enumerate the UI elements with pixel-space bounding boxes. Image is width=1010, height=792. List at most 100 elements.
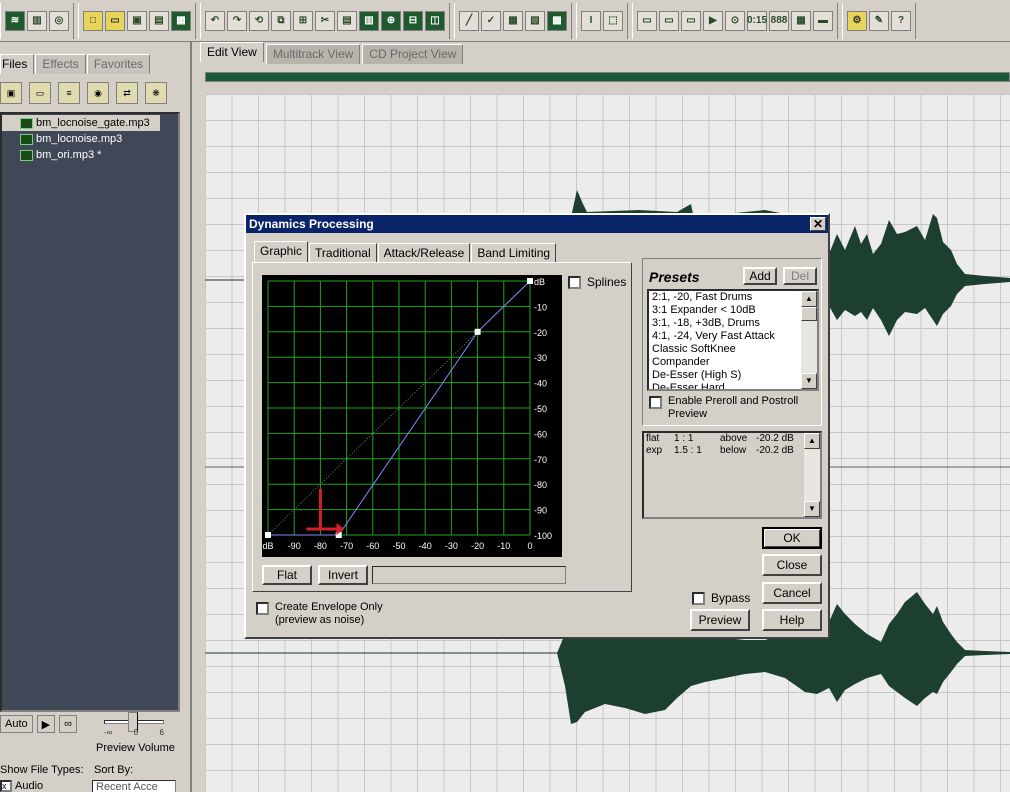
scroll-up-icon[interactable]: ▲ bbox=[801, 291, 817, 307]
copy-icon[interactable]: ⧉ bbox=[271, 10, 291, 31]
play-icon[interactable]: ▶ bbox=[703, 10, 723, 31]
bypass-option[interactable]: Bypass bbox=[692, 591, 750, 605]
preset-list[interactable]: 2:1, -20, Fast Drums 3:1 Expander < 10dB… bbox=[647, 289, 819, 391]
preset-scrollbar[interactable]: ▲ ▼ bbox=[801, 291, 817, 389]
audio-checkbox[interactable]: x bbox=[0, 780, 12, 792]
check-icon[interactable]: ✓ bbox=[481, 10, 501, 31]
audio-filter[interactable]: x Audio bbox=[0, 780, 43, 792]
ok-button[interactable]: OK bbox=[762, 527, 822, 549]
invert-button[interactable]: Invert bbox=[318, 565, 368, 585]
open-folder-icon[interactable]: ▭ bbox=[105, 10, 125, 31]
bypass-checkbox[interactable] bbox=[692, 591, 705, 605]
splines-option[interactable]: Splines bbox=[568, 275, 626, 289]
spectral-icon[interactable]: ▦ bbox=[503, 10, 523, 31]
envelope-icon[interactable]: ╱ bbox=[459, 10, 479, 31]
list-item[interactable]: bm_locnoise_gate.mp3 bbox=[2, 115, 160, 131]
dynamics-graph-svg[interactable]: dB-10-20-30-40-50-60-70-80-90-100dB -90 -8… bbox=[262, 275, 562, 557]
paste-new-icon[interactable]: ▥ bbox=[359, 10, 379, 31]
list-item[interactable]: 2:1, -20, Fast Drums bbox=[649, 291, 817, 304]
close-file-icon[interactable]: ▭ bbox=[29, 82, 51, 104]
cursor-icon[interactable]: I bbox=[581, 10, 601, 31]
flat-button[interactable]: Flat bbox=[262, 565, 312, 585]
zoom-icon[interactable]: ⊙ bbox=[725, 10, 745, 31]
tab-multitrack-view[interactable]: Multitrack View bbox=[265, 44, 361, 64]
effects-icon[interactable]: ⚙ bbox=[847, 10, 867, 31]
scroll-up-icon[interactable]: ▲ bbox=[804, 433, 820, 449]
mixer-icon[interactable]: ▥ bbox=[27, 10, 47, 31]
time-icon[interactable]: 0:15 bbox=[747, 10, 767, 31]
list-item[interactable]: 4:1, -24, Very Fast Attack bbox=[649, 330, 817, 343]
marquee-icon[interactable]: ⬚ bbox=[603, 10, 623, 31]
list-item[interactable]: bm_locnoise.mp3 bbox=[2, 131, 178, 147]
window-icon[interactable]: ▭ bbox=[637, 10, 657, 31]
create-envelope-checkbox[interactable] bbox=[256, 602, 269, 615]
copy-new-icon[interactable]: ⊞ bbox=[293, 10, 313, 31]
list-item[interactable]: De-Esser (High S) bbox=[649, 369, 817, 382]
preview-button[interactable]: Preview bbox=[690, 609, 750, 631]
panel-icon[interactable]: ▭ bbox=[659, 10, 679, 31]
snap-icon[interactable]: ▧ bbox=[525, 10, 545, 31]
help-icon[interactable]: ? bbox=[891, 10, 911, 31]
new-file-icon[interactable]: □ bbox=[83, 10, 103, 31]
tab-edit-view[interactable]: Edit View bbox=[200, 42, 264, 62]
waveform-overview[interactable] bbox=[205, 72, 1010, 82]
save-selection-icon[interactable]: ▦ bbox=[171, 10, 191, 31]
tab-attack-release[interactable]: Attack/Release bbox=[377, 243, 471, 263]
info-scrollbar[interactable]: ▲ ▼ bbox=[804, 433, 820, 517]
save-as-icon[interactable]: ▤ bbox=[149, 10, 169, 31]
list-item[interactable]: 3:1 Expander < 10dB bbox=[649, 304, 817, 317]
mix-paste-icon[interactable]: ⊕ bbox=[381, 10, 401, 31]
add-preset-button[interactable]: Add bbox=[743, 267, 777, 285]
play-file-icon[interactable]: ◉ bbox=[87, 82, 109, 104]
sort-by-select[interactable]: Recent Acce bbox=[92, 780, 176, 792]
tab-files[interactable]: Files bbox=[0, 54, 35, 74]
cut-icon[interactable]: ✂ bbox=[315, 10, 335, 31]
tab-cd-project-view[interactable]: CD Project View bbox=[362, 44, 464, 64]
redo-icon[interactable]: ↷ bbox=[227, 10, 247, 31]
list-item[interactable]: 3:1, -18, +3dB, Drums bbox=[649, 317, 817, 330]
undo-icon[interactable]: ↶ bbox=[205, 10, 225, 31]
autoplay-icon[interactable]: ❋ bbox=[145, 82, 167, 104]
loop-preview-icon[interactable]: ∞ bbox=[59, 715, 77, 733]
enable-preroll-option[interactable]: Enable Preroll and Postroll Preview bbox=[649, 395, 798, 421]
favorites-icon[interactable]: ✎ bbox=[869, 10, 889, 31]
insert-icon[interactable]: ≡ bbox=[58, 82, 80, 104]
tab-favorites[interactable]: Favorites bbox=[86, 54, 151, 74]
auto-button[interactable]: Auto bbox=[0, 715, 33, 733]
cue-icon[interactable]: ▭ bbox=[681, 10, 701, 31]
tab-graphic[interactable]: Graphic bbox=[254, 241, 309, 263]
splines-checkbox[interactable] bbox=[568, 275, 581, 289]
loop-icon[interactable]: ⇄ bbox=[116, 82, 138, 104]
bars-icon[interactable]: 888 bbox=[769, 10, 789, 31]
close-button[interactable]: Close bbox=[762, 554, 822, 576]
waveform-icon[interactable]: ≋ bbox=[5, 10, 25, 31]
delete-preset-button[interactable]: Del bbox=[783, 267, 817, 285]
open-file-icon[interactable]: ▣ bbox=[0, 82, 22, 104]
curve-handle[interactable] bbox=[527, 278, 533, 284]
play-preview-icon[interactable]: ▶ bbox=[36, 715, 56, 733]
tab-effects[interactable]: Effects bbox=[35, 54, 86, 74]
list-item[interactable]: De-Esser Hard bbox=[649, 382, 817, 389]
status-icon[interactable]: ▬ bbox=[813, 10, 833, 31]
create-envelope-option[interactable]: Create Envelope Only (preview as noise) bbox=[256, 601, 383, 627]
grid-icon[interactable]: ▩ bbox=[547, 10, 567, 31]
list-item[interactable]: Compander bbox=[649, 356, 817, 369]
silence-icon[interactable]: ◫ bbox=[425, 10, 445, 31]
dynamics-graph[interactable]: dB -10 -20 -30 -40 -50 -60 -70 -80 -90 -100 dB -90 -8… bbox=[262, 275, 562, 557]
curve-handle[interactable] bbox=[474, 328, 481, 335]
tab-traditional[interactable]: Traditional bbox=[309, 243, 377, 263]
repeat-icon[interactable]: ⟲ bbox=[249, 10, 269, 31]
scroll-down-icon[interactable]: ▼ bbox=[801, 373, 817, 389]
enable-preroll-checkbox[interactable] bbox=[649, 396, 662, 409]
scroll-down-icon[interactable]: ▼ bbox=[804, 501, 820, 517]
dialog-title-bar[interactable]: Dynamics Processing ✕ bbox=[246, 215, 828, 233]
cancel-button[interactable]: Cancel bbox=[762, 582, 822, 604]
meters-icon[interactable]: ▦ bbox=[791, 10, 811, 31]
tab-band-limiting[interactable]: Band Limiting bbox=[471, 243, 557, 263]
paste-icon[interactable]: ▤ bbox=[337, 10, 357, 31]
scroll-thumb[interactable] bbox=[801, 307, 817, 321]
close-icon[interactable]: ✕ bbox=[810, 217, 826, 231]
trim-icon[interactable]: ⊟ bbox=[403, 10, 423, 31]
list-item[interactable]: bm_ori.mp3 * bbox=[2, 147, 178, 163]
save-icon[interactable]: ▣ bbox=[127, 10, 147, 31]
